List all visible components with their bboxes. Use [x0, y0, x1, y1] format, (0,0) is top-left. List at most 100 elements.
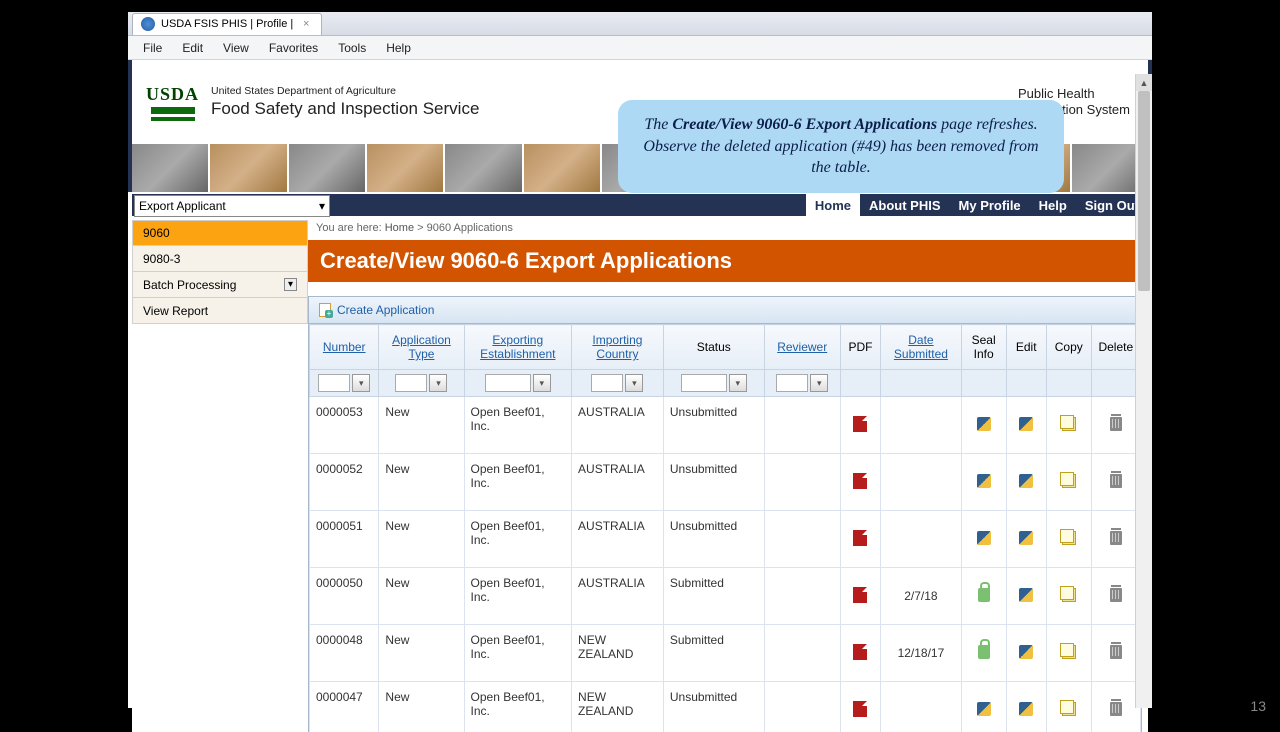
col-export-est[interactable]: Exporting Establishment — [464, 325, 572, 370]
copy-icon[interactable] — [1062, 588, 1076, 602]
pdf-icon[interactable] — [853, 587, 867, 603]
lock-icon[interactable] — [978, 588, 990, 602]
filter-import-input[interactable] — [591, 374, 623, 392]
sidebar-item-9060[interactable]: 9060 — [132, 220, 308, 246]
edit-icon[interactable] — [1019, 417, 1033, 431]
browser-tab-bar: USDA FSIS PHIS | Profile | × — [128, 12, 1152, 36]
menu-tools[interactable]: Tools — [329, 38, 375, 58]
scroll-up-icon[interactable]: ▲ — [1136, 74, 1152, 91]
trash-icon[interactable] — [1110, 531, 1122, 545]
sidebar-item-batch[interactable]: Batch Processing — [132, 272, 308, 298]
cell-import: NEW ZEALAND — [572, 682, 664, 732]
scroll-thumb[interactable] — [1138, 91, 1150, 291]
filter-number-input[interactable] — [318, 374, 350, 392]
cell-number: 0000048 — [310, 625, 379, 682]
trash-icon[interactable] — [1110, 645, 1122, 659]
col-date[interactable]: Date Submitted — [881, 325, 962, 370]
pdf-icon[interactable] — [853, 416, 867, 432]
sidebar: 9060 9080-3 Batch Processing View Report — [132, 216, 308, 732]
filter-apptype-input[interactable] — [395, 374, 427, 392]
close-icon[interactable]: × — [299, 18, 313, 30]
filter-icon[interactable]: ▾ — [533, 374, 551, 392]
copy-icon[interactable] — [1062, 702, 1076, 716]
pencil-icon[interactable] — [977, 474, 991, 488]
table-row: 0000047NewOpen Beef01, Inc.NEW ZEALANDUn… — [310, 682, 1141, 732]
menu-edit[interactable]: Edit — [173, 38, 212, 58]
trash-icon[interactable] — [1110, 702, 1122, 716]
cell-date: 12/18/17 — [881, 625, 962, 682]
col-pdf: PDF — [840, 325, 880, 370]
filter-icon[interactable]: ▾ — [729, 374, 747, 392]
copy-icon[interactable] — [1062, 645, 1076, 659]
nav-about[interactable]: About PHIS — [860, 194, 950, 216]
cell-number: 0000053 — [310, 397, 379, 454]
copy-icon[interactable] — [1062, 531, 1076, 545]
breadcrumb-home[interactable]: Home — [385, 222, 414, 234]
trash-icon[interactable] — [1110, 417, 1122, 431]
edit-icon[interactable] — [1019, 588, 1033, 602]
col-apptype[interactable]: Application Type — [379, 325, 464, 370]
col-import-cty[interactable]: Importing Country — [572, 325, 664, 370]
pdf-icon[interactable] — [853, 701, 867, 717]
trash-icon[interactable] — [1110, 588, 1122, 602]
table-row: 0000051NewOpen Beef01, Inc.AUSTRALIAUnsu… — [310, 511, 1141, 568]
tab-title: USDA FSIS PHIS | Profile | — [161, 18, 293, 30]
pdf-icon[interactable] — [853, 473, 867, 489]
nav-help[interactable]: Help — [1030, 194, 1076, 216]
dept-big: Food Safety and Inspection Service — [211, 99, 479, 119]
cell-status: Unsubmitted — [663, 682, 764, 732]
vertical-scrollbar[interactable]: ▲ — [1135, 74, 1152, 708]
cell-date — [881, 511, 962, 568]
pencil-icon[interactable] — [977, 531, 991, 545]
usda-logo: USDA — [146, 84, 199, 121]
sidebar-item-view-report[interactable]: View Report — [132, 298, 308, 324]
menu-favorites[interactable]: Favorites — [260, 38, 327, 58]
menu-file[interactable]: File — [134, 38, 171, 58]
sidebar-item-9080-3[interactable]: 9080-3 — [132, 246, 308, 272]
copy-icon[interactable] — [1062, 417, 1076, 431]
cell-status: Unsubmitted — [663, 511, 764, 568]
col-reviewer[interactable]: Reviewer — [764, 325, 840, 370]
filter-export-input[interactable] — [485, 374, 531, 392]
filter-icon[interactable]: ▾ — [429, 374, 447, 392]
pdf-icon[interactable] — [853, 644, 867, 660]
edit-icon[interactable] — [1019, 531, 1033, 545]
nav-profile[interactable]: My Profile — [950, 194, 1030, 216]
menu-help[interactable]: Help — [377, 38, 420, 58]
create-application-link[interactable]: Create Application — [337, 303, 434, 317]
cell-export: Open Beef01, Inc. — [464, 397, 572, 454]
edit-icon[interactable] — [1019, 474, 1033, 488]
nav-home[interactable]: Home — [806, 194, 860, 216]
cell-status: Unsubmitted — [663, 454, 764, 511]
cell-number: 0000052 — [310, 454, 379, 511]
edit-icon[interactable] — [1019, 702, 1033, 716]
filter-icon[interactable]: ▾ — [352, 374, 370, 392]
col-number[interactable]: Number — [310, 325, 379, 370]
copy-icon[interactable] — [1062, 474, 1076, 488]
col-edit: Edit — [1006, 325, 1046, 370]
usda-text: USDA — [146, 84, 199, 105]
filter-status-input[interactable] — [681, 374, 727, 392]
cell-import: AUSTRALIA — [572, 397, 664, 454]
filter-reviewer-input[interactable] — [776, 374, 808, 392]
slide-number: 13 — [1250, 698, 1266, 714]
edit-icon[interactable] — [1019, 645, 1033, 659]
cell-apptype: New — [379, 511, 464, 568]
cell-export: Open Beef01, Inc. — [464, 454, 572, 511]
col-seal: Seal Info — [961, 325, 1006, 370]
pencil-icon[interactable] — [977, 702, 991, 716]
filter-icon[interactable]: ▾ — [810, 374, 828, 392]
browser-tab[interactable]: USDA FSIS PHIS | Profile | × — [132, 13, 322, 35]
dept-small: United States Department of Agriculture — [211, 85, 479, 97]
breadcrumb-current: 9060 Applications — [427, 222, 513, 234]
role-select[interactable]: Export Applicant — [134, 195, 330, 217]
filter-icon[interactable]: ▾ — [625, 374, 643, 392]
pencil-icon[interactable] — [977, 417, 991, 431]
lock-icon[interactable] — [978, 645, 990, 659]
menu-view[interactable]: View — [214, 38, 258, 58]
pdf-icon[interactable] — [853, 530, 867, 546]
cell-export: Open Beef01, Inc. — [464, 568, 572, 625]
cell-apptype: New — [379, 625, 464, 682]
trash-icon[interactable] — [1110, 474, 1122, 488]
cell-date — [881, 682, 962, 732]
